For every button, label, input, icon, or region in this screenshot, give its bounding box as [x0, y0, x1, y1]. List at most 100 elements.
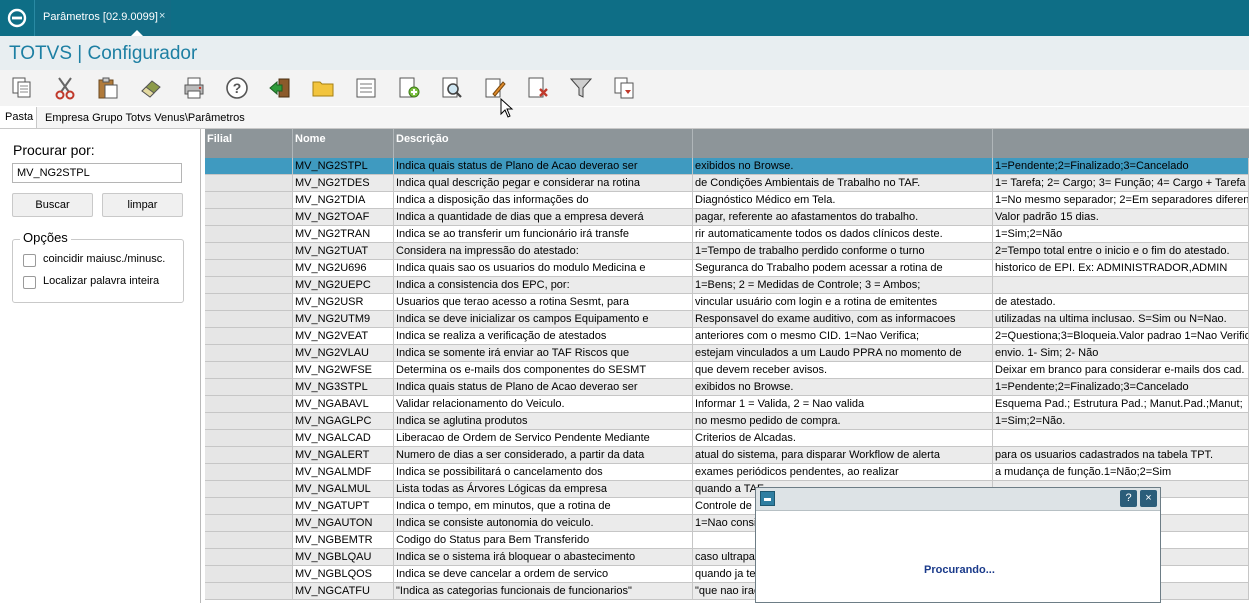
table-row[interactable]: MV_NGALCAD Liberacao de Ordem de Servico … [205, 430, 1249, 447]
tab-parametros[interactable]: Parâmetros [02.9.0099] × [34, 0, 171, 36]
cell-nome[interactable]: MV_NGALCAD [293, 430, 394, 447]
cell-descricao[interactable]: Indica se deve cancelar a ordem de servi… [394, 566, 693, 583]
cell-nome[interactable]: MV_NG2TUAT [293, 243, 394, 260]
cell-descricao-3[interactable]: Esquema Pad.; Estrutura Pad.; Manut.Pad.… [993, 396, 1249, 413]
cell-descricao-2[interactable]: Responsavel do exame auditivo, com as in… [693, 311, 993, 328]
cell-descricao-2[interactable]: no mesmo pedido de compra. [693, 413, 993, 430]
view-icon[interactable] [440, 76, 464, 100]
cell-descricao[interactable]: Considera na impressão do atestado: [394, 243, 693, 260]
cell-nome[interactable]: MV_NGAGLPC [293, 413, 394, 430]
cell-nome[interactable]: MV_NGALERT [293, 447, 394, 464]
add-icon[interactable] [397, 76, 421, 100]
cell-descricao[interactable]: Indica quais status de Plano de Acao dev… [394, 379, 693, 396]
cell-descricao-2[interactable]: pagar, referente ao afastamentos do trab… [693, 209, 993, 226]
whole-word-checkbox[interactable] [23, 276, 36, 289]
cell-descricao-3[interactable]: 1=Sim;2=Não. [993, 413, 1249, 430]
cell-nome[interactable]: MV_NGCATFU [293, 583, 394, 600]
cell-filial[interactable] [205, 464, 293, 481]
cell-descricao[interactable]: "Indica as categorias funcionais de func… [394, 583, 693, 600]
table-row[interactable]: MV_NGAGLPC Indica se aglutina produtos no … [205, 413, 1249, 430]
cell-descricao[interactable]: Indica se possibilitará o cancelamento d… [394, 464, 693, 481]
cell-nome[interactable]: MV_NGALMDF [293, 464, 394, 481]
cell-descricao-3[interactable]: Valor padrão 15 dias. [993, 209, 1249, 226]
table-row[interactable]: MV_NG2TUAT Considera na impressão do ates… [205, 243, 1249, 260]
cell-nome[interactable]: MV_NG2TDIA [293, 192, 394, 209]
cell-filial[interactable] [205, 209, 293, 226]
column-header-nome[interactable]: Nome [293, 129, 394, 158]
exit-icon[interactable] [268, 76, 292, 100]
search-input[interactable] [12, 163, 182, 183]
cell-descricao[interactable]: Indica qual descrição pegar e considerar… [394, 175, 693, 192]
cell-nome[interactable]: MV_NG2TRAN [293, 226, 394, 243]
cell-descricao-3[interactable]: 2=Tempo total entre o inicio e o fim do … [993, 243, 1249, 260]
cell-filial[interactable] [205, 481, 293, 498]
folder-icon[interactable] [311, 76, 335, 100]
cell-descricao-3[interactable]: 1=No mesmo separador; 2=Em separadores d… [993, 192, 1249, 209]
filter-icon[interactable] [569, 76, 593, 100]
cell-descricao-2[interactable]: estejam vinculados a um Laudo PPRA no mo… [693, 345, 993, 362]
cell-filial[interactable] [205, 311, 293, 328]
cell-nome[interactable]: MV_NGBLQAU [293, 549, 394, 566]
cell-nome[interactable]: MV_NGBEMTR [293, 532, 394, 549]
cell-descricao-2[interactable]: atual do sistema, para disparar Workflow… [693, 447, 993, 464]
cell-descricao-3[interactable] [993, 430, 1249, 447]
table-row[interactable]: MV_NGALMDF Indica se possibilitará o canc… [205, 464, 1249, 481]
cell-descricao[interactable]: Indica quais status de Plano de Acao dev… [394, 158, 693, 175]
cell-filial[interactable] [205, 413, 293, 430]
delete-icon[interactable] [526, 76, 550, 100]
table-row[interactable]: MV_NG2TRAN Indica se ao transferir um fun… [205, 226, 1249, 243]
cell-filial[interactable] [205, 532, 293, 549]
cell-descricao-3[interactable]: de atestado. [993, 294, 1249, 311]
cell-filial[interactable] [205, 549, 293, 566]
cell-descricao-3[interactable]: 2=Questiona;3=Bloqueia.Valor padrao 1=Na… [993, 328, 1249, 345]
cell-descricao-3[interactable]: Deixar em branco para considerar e-mails… [993, 362, 1249, 379]
cell-filial[interactable] [205, 345, 293, 362]
eraser-icon[interactable] [139, 76, 163, 100]
cell-nome[interactable]: MV_NG3STPL [293, 379, 394, 396]
cell-descricao[interactable]: Usuarios que terao acesso a rotina Sesmt… [394, 294, 693, 311]
cell-filial[interactable] [205, 175, 293, 192]
table-row[interactable]: MV_NG2TDES Indica qual descrição pegar e … [205, 175, 1249, 192]
table-row[interactable]: MV_NG2UEPC Indica a consistencia dos EPC,… [205, 277, 1249, 294]
totvs-logo-icon[interactable] [7, 8, 27, 28]
clear-button[interactable]: limpar [102, 193, 183, 217]
cell-nome[interactable]: MV_NGALMUL [293, 481, 394, 498]
cell-filial[interactable] [205, 260, 293, 277]
dialog-close-button[interactable]: × [1140, 490, 1157, 507]
cell-filial[interactable] [205, 396, 293, 413]
cell-nome[interactable]: MV_NGAUTON [293, 515, 394, 532]
cell-nome[interactable]: MV_NGATUPT [293, 498, 394, 515]
cell-descricao-2[interactable]: Diagnóstico Médico em Tela. [693, 192, 993, 209]
close-tab-icon[interactable]: × [159, 10, 165, 22]
cell-nome[interactable]: MV_NG2VEAT [293, 328, 394, 345]
cell-descricao[interactable]: Validar relacionamento do Veiculo. [394, 396, 693, 413]
cell-nome[interactable]: MV_NG2TOAF [293, 209, 394, 226]
cell-descricao[interactable]: Codigo do Status para Bem Transferido [394, 532, 693, 549]
cell-descricao[interactable]: Numero de dias a ser considerado, a part… [394, 447, 693, 464]
list-icon[interactable] [354, 76, 378, 100]
column-header-descricao-2[interactable] [693, 129, 993, 158]
cell-descricao-3[interactable]: 1= Tarefa; 2= Cargo; 3= Função; 4= Cargo… [993, 175, 1249, 192]
match-case-checkbox[interactable] [23, 254, 36, 267]
cell-descricao-3[interactable]: 1=Pendente;2=Finalizado;3=Cancelado [993, 379, 1249, 396]
table-row[interactable]: MV_NG2TDIA Indica a disposição das inform… [205, 192, 1249, 209]
cell-filial[interactable] [205, 328, 293, 345]
table-row[interactable]: MV_NGALERT Numero de dias a ser considera… [205, 447, 1249, 464]
cell-filial[interactable] [205, 294, 293, 311]
cell-descricao-2[interactable]: exames periódicos pendentes, ao realizar [693, 464, 993, 481]
cell-descricao[interactable]: Liberacao de Ordem de Servico Pendente M… [394, 430, 693, 447]
cell-filial[interactable] [205, 379, 293, 396]
cut-icon[interactable] [53, 76, 77, 100]
column-header-filial[interactable]: Filial [205, 129, 293, 158]
cell-nome[interactable]: MV_NG2USR [293, 294, 394, 311]
tab-pasta[interactable]: Pasta [0, 107, 37, 128]
cell-nome[interactable]: MV_NG2U696 [293, 260, 394, 277]
cell-filial[interactable] [205, 277, 293, 294]
cell-descricao-2[interactable]: rir automaticamente todos os dados clíni… [693, 226, 993, 243]
cell-descricao[interactable]: Indica a consistencia dos EPC, por: [394, 277, 693, 294]
cell-filial[interactable] [205, 362, 293, 379]
table-row[interactable]: MV_NGABAVL Validar relacionamento do Veic… [205, 396, 1249, 413]
cell-filial[interactable] [205, 498, 293, 515]
cell-descricao-3[interactable]: para os usuarios cadastrados na tabela T… [993, 447, 1249, 464]
cell-descricao[interactable]: Indica se aglutina produtos [394, 413, 693, 430]
